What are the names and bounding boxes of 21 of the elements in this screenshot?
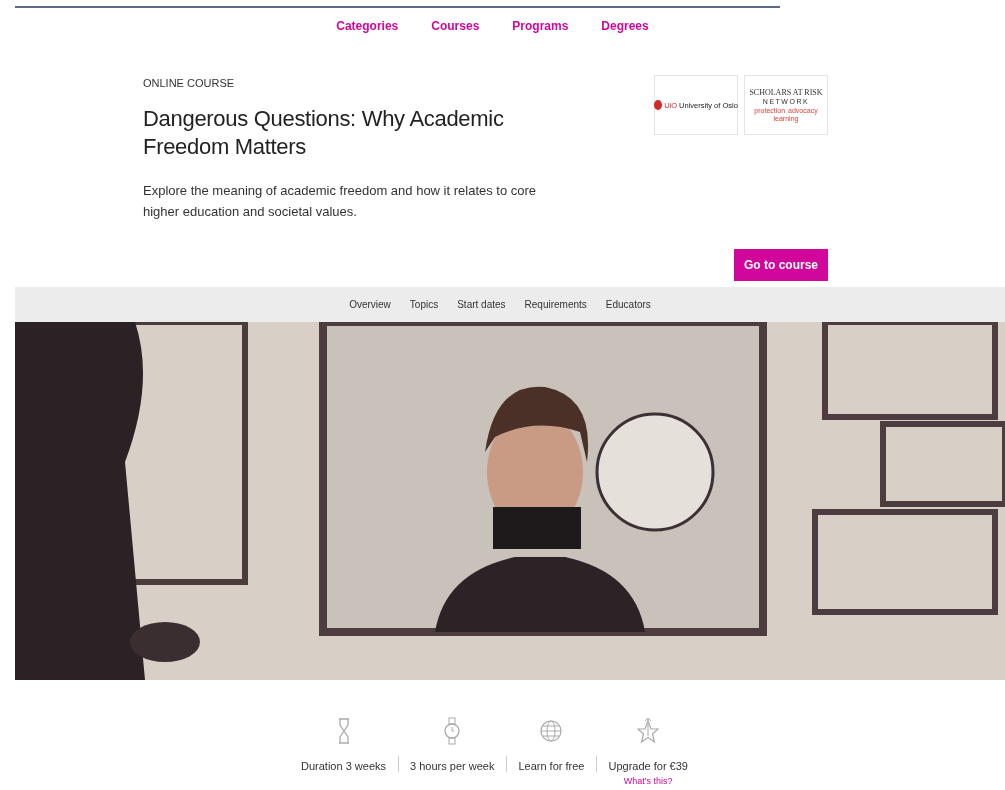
section-tab[interactable]: Requirements xyxy=(524,299,587,310)
course-title: Dangerous Questions: Why Academic Freedom Matters xyxy=(143,105,505,161)
fact-label: Upgrade for €39 xyxy=(608,760,688,772)
section-tab[interactable]: Educators xyxy=(605,299,651,310)
section-tab[interactable]: Overview xyxy=(349,299,391,310)
fact-label: Duration 3 weeks xyxy=(301,760,387,772)
course-description: Explore the meaning of academic freedom and how it relates to core higher education and societal values. xyxy=(143,182,538,221)
fact-label: 3 hours per week xyxy=(410,760,495,772)
whats-this-link[interactable]: What's this? xyxy=(623,776,673,786)
nav-link[interactable]: Degrees xyxy=(601,19,649,49)
go-to-course-button[interactable]: Go to course xyxy=(734,249,828,281)
logo-text: SCHOLARS AT RISK xyxy=(749,87,823,97)
fact-label: Learn for free xyxy=(518,760,585,772)
section-tab[interactable]: Topics xyxy=(409,299,439,310)
nav-link[interactable]: Courses xyxy=(431,19,480,49)
seal-icon xyxy=(654,100,663,110)
nav-link[interactable]: Categories xyxy=(336,19,399,49)
eyebrow-label: ONLINE COURSE xyxy=(143,77,236,89)
nav-link[interactable]: Programs xyxy=(512,19,569,49)
star-icon xyxy=(637,716,660,746)
section-tab[interactable]: Start dates xyxy=(457,299,506,310)
